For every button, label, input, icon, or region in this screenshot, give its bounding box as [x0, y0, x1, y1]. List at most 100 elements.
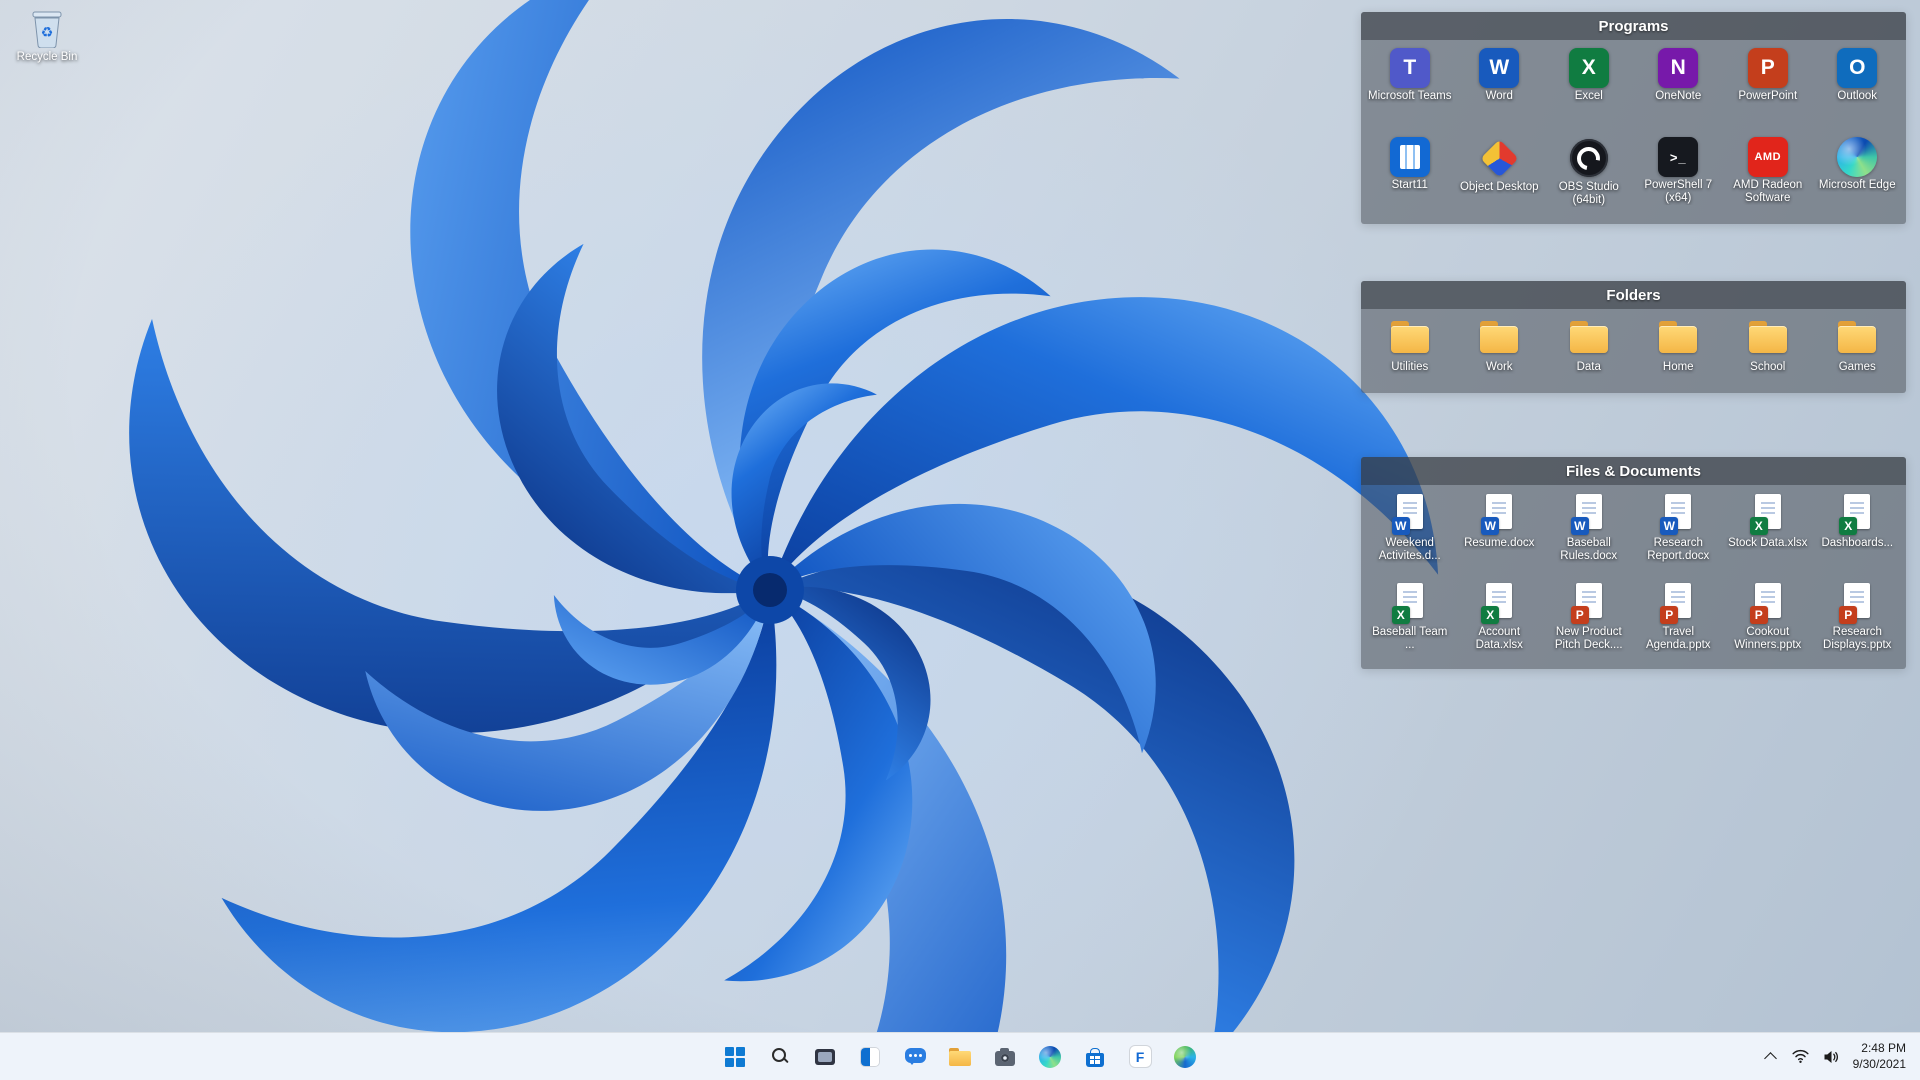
fence-item[interactable]: Start11 [1365, 131, 1455, 220]
recycle-bin[interactable]: ♻ Recycle Bin [8, 8, 86, 63]
fence-item[interactable]: Resume.docx [1455, 487, 1545, 576]
fence-item-label: Word [1485, 90, 1513, 102]
fence-item[interactable]: New Product Pitch Deck.... [1544, 576, 1634, 665]
ppt-file-icon [1746, 582, 1790, 624]
edge-button[interactable] [1030, 1037, 1070, 1077]
folder-icon [1835, 317, 1879, 359]
fence-item[interactable]: Research Displays.pptx [1813, 576, 1903, 665]
word-file-icon [1388, 493, 1432, 535]
fences-app-icon [1129, 1046, 1151, 1067]
fences-button[interactable] [1120, 1037, 1160, 1077]
fence-files-grid: Weekend Activites.d... Resume.docx Baseb… [1361, 485, 1906, 669]
chat-icon [904, 1047, 926, 1065]
fence-programs: Programs Microsoft Teams Word [1361, 12, 1906, 224]
fence-item[interactable]: Word [1455, 42, 1545, 131]
fence-item[interactable]: PowerPoint [1723, 42, 1813, 131]
fence-item[interactable]: Utilities [1365, 311, 1455, 389]
excel-file-icon [1477, 582, 1521, 624]
fence-files-title[interactable]: Files & Documents [1361, 457, 1906, 485]
hidden-icons-button[interactable] [1757, 1040, 1785, 1074]
task-view-button[interactable] [805, 1037, 845, 1077]
fence-item-label: Start11 [1391, 179, 1428, 191]
fence-item[interactable]: Weekend Activites.d... [1365, 487, 1455, 576]
fence-item[interactable]: Home [1634, 311, 1724, 389]
word-file-icon [1656, 493, 1700, 535]
fence-item[interactable]: Stock Data.xlsx [1723, 487, 1813, 576]
fence-programs-grid: Microsoft Teams Word Excel OneNo [1361, 40, 1906, 224]
camera-button[interactable] [985, 1037, 1025, 1077]
fence-item-label: Baseball Team ... [1372, 626, 1448, 652]
fence-item[interactable]: AMD Radeon Software [1723, 131, 1813, 220]
fence-item-label: Resume.docx [1464, 537, 1535, 549]
volume-icon [1824, 1050, 1838, 1063]
folder-icon [1388, 317, 1432, 359]
fence-item[interactable]: Research Report.docx [1634, 487, 1724, 576]
file-explorer-icon [949, 1047, 971, 1066]
taskbar: 2:48 PM 9/30/2021 [0, 1032, 1920, 1080]
fence-item-label: New Product Pitch Deck.... [1554, 626, 1623, 652]
chevron-up-icon [1764, 1052, 1777, 1065]
fence-item[interactable]: Object Desktop [1455, 131, 1545, 220]
fence-item[interactable]: Dashboards... [1813, 487, 1903, 576]
network-button[interactable] [1787, 1040, 1815, 1074]
taskbar-clock[interactable]: 2:48 PM 9/30/2021 [1847, 1039, 1914, 1074]
system-tray: 2:48 PM 9/30/2021 [1757, 1039, 1914, 1074]
fence-item-label: AMD Radeon Software [1733, 179, 1803, 205]
widgets-icon [860, 1046, 880, 1067]
fence-item[interactable]: Games [1813, 311, 1903, 389]
fence-item[interactable]: Microsoft Teams [1365, 42, 1455, 131]
chat-button[interactable] [895, 1037, 935, 1077]
microsoft-store-icon [1086, 1047, 1104, 1067]
edge-icon [1039, 1045, 1061, 1068]
fence-item-label: PowerPoint [1738, 90, 1798, 102]
search-button[interactable] [760, 1037, 800, 1077]
store-button[interactable] [1075, 1037, 1115, 1077]
task-view-icon [815, 1048, 835, 1065]
excel-file-icon [1388, 582, 1432, 624]
start11-icon [1389, 137, 1430, 177]
colorful-sphere-icon [1174, 1045, 1196, 1068]
fence-programs-title[interactable]: Programs [1361, 12, 1906, 40]
fence-item[interactable]: OBS Studio (64bit) [1544, 131, 1634, 220]
fence-item-label: OneNote [1655, 90, 1702, 102]
fence-item-label: Microsoft Edge [1818, 179, 1896, 191]
fence-item[interactable]: Microsoft Edge [1813, 131, 1903, 220]
fence-item-label: Research Displays.pptx [1823, 626, 1892, 652]
ppt-file-icon [1567, 582, 1611, 624]
fence-item[interactable]: Excel [1544, 42, 1634, 131]
ppt-file-icon [1656, 582, 1700, 624]
outlook-icon [1837, 48, 1878, 88]
volume-button[interactable] [1817, 1040, 1845, 1074]
fence-item[interactable]: OneNote [1634, 42, 1724, 131]
desktop[interactable]: ♻ Recycle Bin Programs Microsoft Teams W… [0, 0, 1920, 1080]
fence-item[interactable]: Baseball Rules.docx [1544, 487, 1634, 576]
fence-item[interactable]: Outlook [1813, 42, 1903, 131]
fence-item-label: Travel Agenda.pptx [1645, 626, 1711, 652]
fence-item[interactable]: Cookout Winners.pptx [1723, 576, 1813, 665]
fence-item[interactable]: PowerShell 7 (x64) [1634, 131, 1724, 220]
recycle-bin-icon: ♻ [32, 11, 62, 48]
fence-item-label: Games [1838, 361, 1876, 373]
fence-item-label: Baseball Rules.docx [1560, 537, 1618, 563]
fence-item-label: Data [1576, 361, 1601, 373]
fence-item[interactable]: Account Data.xlsx [1455, 576, 1545, 665]
fence-item[interactable]: Travel Agenda.pptx [1634, 576, 1724, 665]
word-file-icon [1567, 493, 1611, 535]
fence-item[interactable]: Baseball Team ... [1365, 576, 1455, 665]
fence-item-label: Weekend Activites.d... [1378, 537, 1441, 563]
fence-item[interactable]: Work [1455, 311, 1545, 389]
fences-container: Programs Microsoft Teams Word [1361, 12, 1906, 669]
colorful-app-button[interactable] [1165, 1037, 1205, 1077]
excel-file-icon [1746, 493, 1790, 535]
file-explorer-button[interactable] [940, 1037, 980, 1077]
fence-item-label: OBS Studio (64bit) [1558, 181, 1619, 207]
fence-folders: Folders Utilities Work Data Home School … [1361, 281, 1906, 393]
fence-item[interactable]: School [1723, 311, 1813, 389]
fence-item-label: Home [1662, 361, 1694, 373]
start-button[interactable] [715, 1037, 755, 1077]
fence-folders-title[interactable]: Folders [1361, 281, 1906, 309]
network-icon [1792, 1049, 1809, 1063]
fence-item[interactable]: Data [1544, 311, 1634, 389]
ppt-file-icon [1835, 582, 1879, 624]
widgets-button[interactable] [850, 1037, 890, 1077]
